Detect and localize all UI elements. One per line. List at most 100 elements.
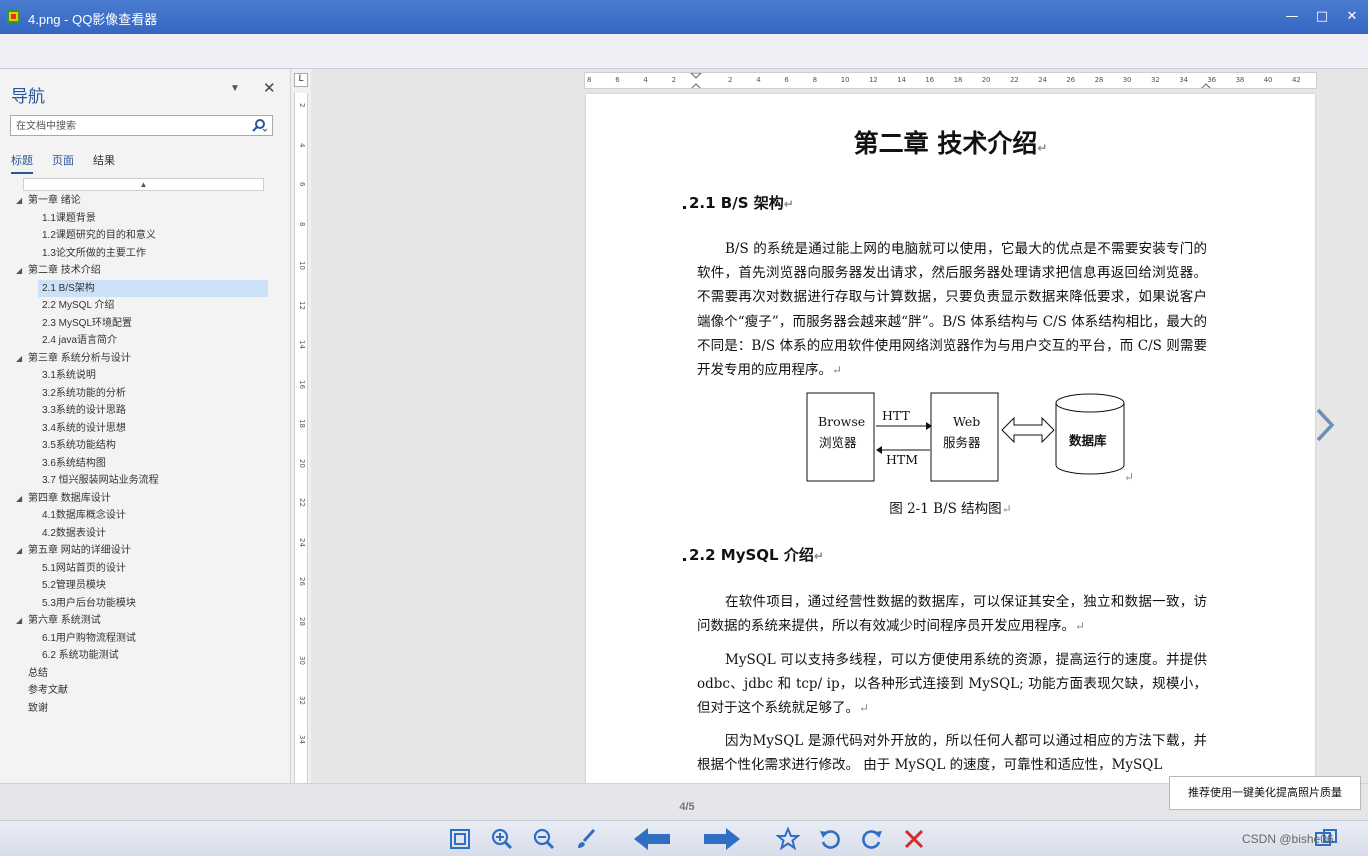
tree-item[interactable]: 2.2 MySQL 介绍: [42, 297, 114, 314]
diagram-browser-en: Browse: [818, 414, 866, 429]
viewer-toolbar: [0, 820, 1368, 856]
tree-item-label: 6.1用户购物流程测试: [42, 632, 136, 644]
diagram-para-mark: ↵: [1124, 470, 1135, 484]
tree-item[interactable]: ◢ 第六章 系统测试: [16, 612, 101, 629]
tree-item[interactable]: ◢ 第五章 网站的详细设计: [16, 542, 131, 559]
rotate-left-icon[interactable]: [818, 827, 842, 851]
tree-item[interactable]: 总结: [28, 665, 48, 682]
diagram-server-en: Web: [953, 414, 981, 429]
tree-item[interactable]: ◢ 第四章 数据库设计: [16, 490, 111, 507]
collapse-all-button[interactable]: ▲: [23, 178, 264, 191]
indent-markers[interactable]: [585, 73, 1317, 89]
fit-window-icon[interactable]: [448, 827, 472, 851]
expand-triangle-icon[interactable]: ◢: [16, 542, 22, 559]
ruler-tick-label: 32: [298, 695, 306, 705]
expand-triangle-icon[interactable]: ◢: [16, 192, 22, 209]
tree-item[interactable]: 4.2数据表设计: [42, 525, 106, 542]
ruler-tick-label: 28: [298, 616, 306, 626]
delete-icon[interactable]: [902, 827, 926, 851]
tree-item[interactable]: 1.1课题背景: [42, 210, 96, 227]
tree-item[interactable]: 6.2 系统功能测试: [42, 647, 119, 664]
tree-item[interactable]: 3.5系统功能结构: [42, 437, 116, 454]
tree-item[interactable]: 5.2管理员模块: [42, 577, 106, 594]
tree-item[interactable]: 5.3用户后台功能模块: [42, 595, 136, 612]
section-heading-bs: 2.1 B/S 架构↵: [683, 194, 794, 212]
zoom-in-icon[interactable]: [490, 827, 514, 851]
ruler-tick-label: 16: [298, 379, 306, 389]
ruler-tick-label: 30: [298, 656, 306, 665]
tree-item-label: 2.1 B/S架构: [42, 282, 95, 294]
nav-title: 导航: [11, 87, 45, 106]
ruler-tick-label: 8: [298, 221, 306, 226]
tree-item-label: 3.7 恒兴服装网站业务流程: [42, 475, 159, 486]
expand-triangle-icon[interactable]: ◢: [16, 350, 22, 367]
ruler-tick-label: 10: [298, 261, 306, 270]
tree-item[interactable]: 4.1数据库概念设计: [42, 507, 126, 524]
tab-headings[interactable]: 标题: [11, 152, 33, 174]
tree-item[interactable]: 致谢: [28, 700, 48, 717]
tree-item[interactable]: 2.1 B/S架构: [38, 279, 268, 297]
tree-item-label: 3.4系统的设计思想: [42, 422, 126, 434]
search-icon[interactable]: [251, 118, 267, 134]
tree-item[interactable]: 1.3论文所做的主要工作: [42, 245, 146, 262]
tree-item[interactable]: 6.1用户购物流程测试: [42, 630, 136, 647]
tree-item[interactable]: 参考文献: [28, 682, 68, 699]
paragraph-mysql-3: 因为MySQL 是源代码对外开放的，所以任何人都可以通过相应的方法下载，并根据个…: [697, 733, 1207, 774]
tree-item-label: 2.3 MySQL环境配置: [42, 317, 133, 329]
tree-item-label: 2.4 java语言简介: [42, 335, 118, 346]
paragraph-mysql-1: 在软件项目，通过经营性数据的数据库，可以保证其安全，独立和数据一致，访问数据的系…: [697, 594, 1207, 635]
expand-triangle-icon[interactable]: ◢: [16, 490, 22, 507]
figure-caption: 图 2-1 B/S 结构图↵: [889, 501, 1012, 517]
tree-item[interactable]: ◢ 第二章 技术介绍: [16, 262, 101, 279]
vertical-ruler: L 2 4 6 8 10 12 14 16 18 20 22 24 26 28 30 32 34: [291, 69, 311, 783]
diagram-database: 数据库: [1069, 433, 1107, 448]
rotate-right-icon[interactable]: [860, 827, 884, 851]
next-image-icon[interactable]: [702, 827, 742, 851]
tree-item-label: 2.2 MySQL 介绍: [42, 300, 115, 311]
nav-close-button[interactable]: ✕: [263, 79, 276, 97]
tab-pages[interactable]: 页面: [52, 152, 74, 168]
tab-results[interactable]: 结果: [93, 152, 115, 168]
tree-item[interactable]: 3.6系统结构图: [42, 455, 106, 472]
tab-stop-selector[interactable]: L: [294, 73, 308, 87]
tree-item[interactable]: 3.7 恒兴服装网站业务流程: [42, 472, 159, 489]
search-input[interactable]: [11, 117, 246, 136]
tree-item[interactable]: 3.1系统说明: [42, 367, 96, 384]
diagram-server-cn: 服务器: [943, 435, 981, 450]
next-image-arrow-icon[interactable]: [1314, 407, 1336, 443]
zoom-out-icon[interactable]: [532, 827, 556, 851]
tree-item-label: 参考文献: [28, 685, 68, 696]
tree-item[interactable]: 2.4 java语言简介: [42, 332, 117, 349]
diagram-request-label: HTT: [882, 408, 910, 423]
tree-item-label: 3.5系统功能结构: [42, 440, 116, 451]
ruler-tick-label: 6: [298, 182, 306, 187]
tree-item[interactable]: 3.3系统的设计思路: [42, 402, 126, 419]
nav-options-dropdown[interactable]: ▼: [230, 83, 240, 94]
tree-item-label: 1.2课题研究的目的和意义: [42, 230, 156, 241]
ruler-tick-label: 26: [298, 577, 306, 586]
tree-item-label: 第五章 网站的详细设计: [28, 545, 131, 556]
expand-triangle-icon[interactable]: ◢: [16, 262, 22, 279]
app-icon: [7, 10, 20, 23]
paragraph-mysql-2: MySQL 可以支持多线程，可以方便使用系统的资源，提高运行的速度。并提供 od…: [697, 652, 1207, 717]
tree-item[interactable]: ◢ 第一章 绪论: [16, 192, 81, 209]
section-heading-mysql: 2.2 MySQL 介绍↵: [683, 546, 824, 564]
tree-item[interactable]: 5.1网站首页的设计: [42, 560, 126, 577]
edit-brush-icon[interactable]: [574, 827, 598, 851]
ruler-tick-label: 2: [298, 103, 306, 108]
beautify-star-icon[interactable]: [776, 827, 800, 851]
tree-item-label: 3.6系统结构图: [42, 457, 106, 469]
tree-item[interactable]: 3.4系统的设计思想: [42, 420, 126, 437]
maximize-button[interactable]: □: [1309, 6, 1335, 28]
tree-item-label: 6.2 系统功能测试: [42, 650, 119, 661]
minimize-button[interactable]: —: [1279, 6, 1305, 28]
tree-item[interactable]: 3.2系统功能的分析: [42, 385, 126, 402]
previous-image-icon[interactable]: [632, 827, 672, 851]
tree-item[interactable]: 1.2课题研究的目的和意义: [42, 227, 156, 244]
tree-item-label: 第六章 系统测试: [28, 615, 101, 626]
expand-triangle-icon[interactable]: ◢: [16, 612, 22, 629]
close-window-button[interactable]: ✕: [1339, 6, 1365, 28]
tree-item[interactable]: 2.3 MySQL环境配置: [42, 315, 132, 332]
tree-item[interactable]: ◢ 第三章 系统分析与设计: [16, 350, 131, 367]
tree-item-label: 1.1课题背景: [42, 212, 96, 224]
